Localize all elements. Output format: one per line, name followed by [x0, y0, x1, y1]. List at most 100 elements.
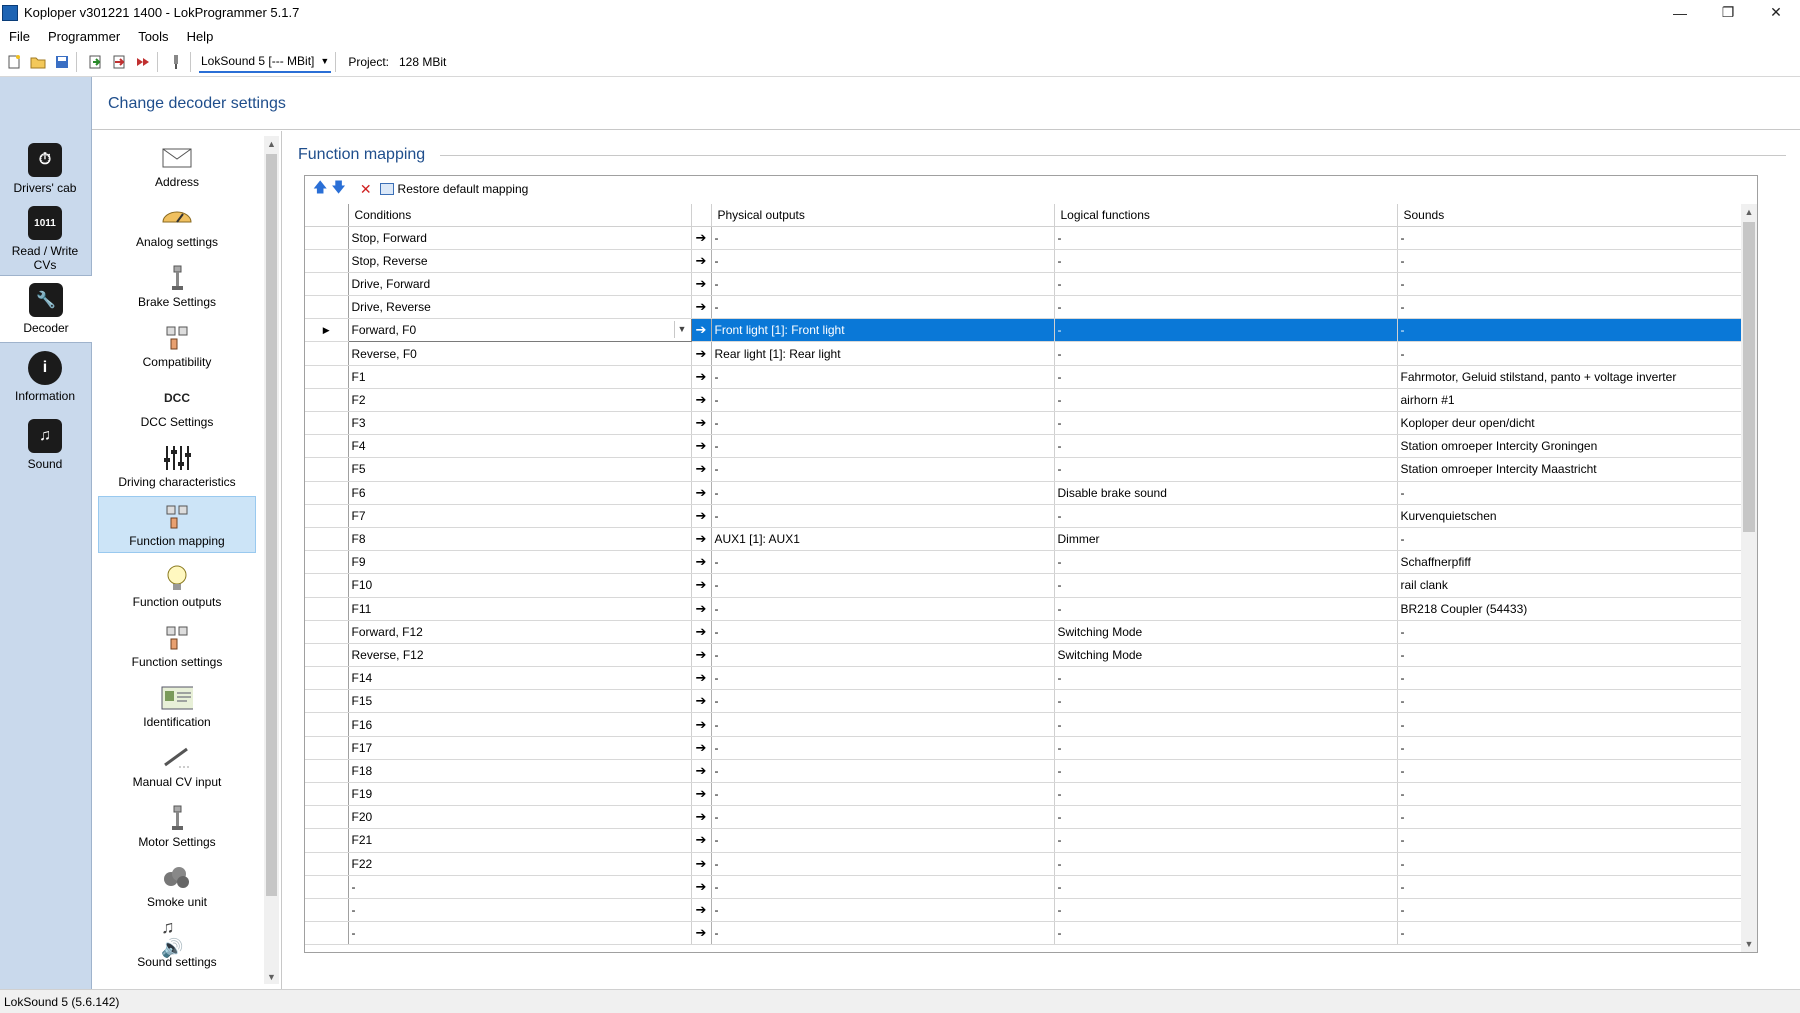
row-header[interactable] — [305, 898, 349, 923]
table-row[interactable]: F16 ➔ - - - — [305, 712, 1742, 737]
row-header[interactable] — [305, 411, 349, 436]
logical-functions-cell[interactable]: - — [1054, 341, 1398, 366]
scroll-down-icon[interactable]: ▼ — [264, 969, 279, 984]
conditions-cell[interactable]: F20 — [348, 805, 692, 830]
logical-functions-cell[interactable]: Dimmer — [1054, 527, 1398, 552]
row-header[interactable] — [305, 295, 349, 320]
row-header[interactable] — [305, 852, 349, 876]
physical-outputs-cell[interactable]: - — [711, 226, 1055, 250]
table-row[interactable]: Stop, Reverse ➔ - - - — [305, 249, 1742, 273]
sounds-cell[interactable]: - — [1397, 689, 1742, 714]
row-header[interactable] — [305, 550, 349, 575]
column-header-sounds[interactable]: Sounds — [1397, 204, 1742, 227]
table-row[interactable]: F1 ➔ - - Fahrmotor, Geluid stilstand, panto … — [305, 365, 1742, 389]
conditions-cell[interactable]: F16 — [348, 712, 692, 737]
table-row[interactable]: F7 ➔ - - Kurvenquietschen — [305, 504, 1742, 528]
logical-functions-cell[interactable]: - — [1054, 689, 1398, 714]
conditions-cell[interactable]: F4 — [348, 434, 692, 459]
sounds-cell[interactable]: Schaffnerpfiff — [1397, 550, 1742, 575]
physical-outputs-cell[interactable]: AUX1 [1]: AUX1 — [711, 527, 1055, 552]
row-header[interactable] — [305, 921, 349, 946]
sounds-cell[interactable]: - — [1397, 921, 1742, 946]
logical-functions-cell[interactable]: - — [1054, 712, 1398, 737]
logical-functions-cell[interactable]: - — [1054, 388, 1398, 413]
physical-outputs-cell[interactable]: - — [711, 457, 1055, 482]
table-row[interactable]: F15 ➔ - - - — [305, 689, 1742, 714]
logical-functions-cell[interactable]: - — [1054, 875, 1398, 899]
sounds-cell[interactable]: rail clank — [1397, 573, 1742, 598]
settings-item-dcc[interactable]: DCC DCC Settings — [98, 376, 256, 433]
sounds-cell[interactable]: - — [1397, 852, 1742, 876]
row-header[interactable] — [305, 226, 349, 250]
row-header[interactable] — [305, 527, 349, 552]
table-row[interactable]: Forward, F12 ➔ - Switching Mode - — [305, 620, 1742, 644]
row-header[interactable] — [305, 736, 349, 760]
row-header[interactable] — [305, 643, 349, 668]
logical-functions-cell[interactable]: - — [1054, 852, 1398, 876]
delete-icon[interactable]: ✕ — [360, 181, 372, 198]
sounds-cell[interactable]: Station omroeper Intercity Groningen — [1397, 434, 1742, 459]
logical-functions-cell[interactable]: - — [1054, 295, 1398, 320]
row-header[interactable] — [305, 828, 349, 853]
conditions-cell[interactable]: Stop, Forward — [348, 226, 692, 250]
logical-functions-cell[interactable]: - — [1054, 550, 1398, 575]
conditions-cell[interactable]: F21 — [348, 828, 692, 853]
sounds-cell[interactable]: - — [1397, 875, 1742, 899]
logical-functions-cell[interactable]: - — [1054, 411, 1398, 436]
nav-decoder[interactable]: 🔧 Decoder — [0, 275, 92, 343]
sounds-cell[interactable]: - — [1397, 249, 1742, 273]
table-row[interactable]: Drive, Forward ➔ - - - — [305, 272, 1742, 297]
physical-outputs-cell[interactable]: - — [711, 666, 1055, 691]
sounds-cell[interactable]: - — [1397, 759, 1742, 784]
chevron-down-icon[interactable]: ▼ — [673, 321, 690, 339]
physical-outputs-cell[interactable]: - — [711, 852, 1055, 876]
physical-outputs-cell[interactable]: - — [711, 597, 1055, 621]
conditions-cell[interactable]: F17 — [348, 736, 692, 760]
restore-default-mapping-button[interactable]: Restore default mapping — [379, 182, 528, 196]
conditions-cell[interactable]: F9 — [348, 550, 692, 575]
row-header[interactable] — [305, 666, 349, 691]
table-row[interactable]: ▶ Forward, F0 ▼ ➔ Front light [1]: Front lig… — [305, 318, 1742, 343]
column-header-conditions[interactable]: Conditions — [348, 204, 692, 227]
logical-functions-cell[interactable]: - — [1054, 318, 1398, 343]
row-header[interactable]: ▶ — [305, 318, 349, 343]
physical-outputs-cell[interactable]: - — [711, 805, 1055, 830]
nav-sound[interactable]: ♫ Sound — [0, 411, 90, 479]
physical-outputs-cell[interactable]: - — [711, 434, 1055, 459]
scrollbar-thumb[interactable] — [266, 154, 277, 896]
sounds-cell[interactable]: Station omroeper Intercity Maastricht — [1397, 457, 1742, 482]
conditions-cell[interactable]: - — [348, 898, 692, 923]
conditions-cell[interactable]: Stop, Reverse — [348, 249, 692, 273]
conditions-cell[interactable]: F22 — [348, 852, 692, 876]
export-icon[interactable] — [109, 52, 129, 72]
sounds-cell[interactable]: - — [1397, 828, 1742, 853]
logical-functions-cell[interactable]: Switching Mode — [1054, 620, 1398, 644]
sounds-cell[interactable]: Koploper deur open/dicht — [1397, 411, 1742, 436]
settings-item-sound-settings[interactable]: ♫🔊 Sound settings — [98, 916, 256, 973]
physical-outputs-cell[interactable]: - — [711, 828, 1055, 853]
close-button[interactable]: ✕ — [1752, 0, 1800, 25]
table-row[interactable]: F11 ➔ - - BR218 Coupler (54433) — [305, 597, 1742, 621]
sounds-cell[interactable]: - — [1397, 736, 1742, 760]
write-decoder-icon[interactable] — [133, 52, 153, 72]
decoder-type-dropdown[interactable]: LokSound 5 [--- MBit] ▼ — [199, 51, 332, 73]
physical-outputs-cell[interactable]: - — [711, 875, 1055, 899]
row-header[interactable] — [305, 365, 349, 389]
table-row[interactable]: F18 ➔ - - - — [305, 759, 1742, 784]
table-row[interactable]: F9 ➔ - - Schaffnerpfiff — [305, 550, 1742, 575]
conditions-cell[interactable]: F15 — [348, 689, 692, 714]
physical-outputs-cell[interactable]: - — [711, 689, 1055, 714]
menu-help[interactable]: Help — [178, 29, 223, 44]
table-row[interactable]: F14 ➔ - - - — [305, 666, 1742, 691]
physical-outputs-cell[interactable]: - — [711, 643, 1055, 668]
physical-outputs-cell[interactable]: Rear light [1]: Rear light — [711, 341, 1055, 366]
move-up-icon[interactable]: 🡅 — [313, 177, 327, 201]
table-row[interactable]: F19 ➔ - - - — [305, 782, 1742, 807]
physical-outputs-cell[interactable]: - — [711, 573, 1055, 598]
settings-item-address[interactable]: Address — [98, 136, 256, 193]
scroll-down-icon[interactable]: ▼ — [1741, 936, 1757, 952]
logical-functions-cell[interactable]: - — [1054, 782, 1398, 807]
physical-outputs-cell[interactable]: - — [711, 388, 1055, 413]
physical-outputs-cell[interactable]: - — [711, 365, 1055, 389]
table-row[interactable]: F10 ➔ - - rail clank — [305, 573, 1742, 598]
